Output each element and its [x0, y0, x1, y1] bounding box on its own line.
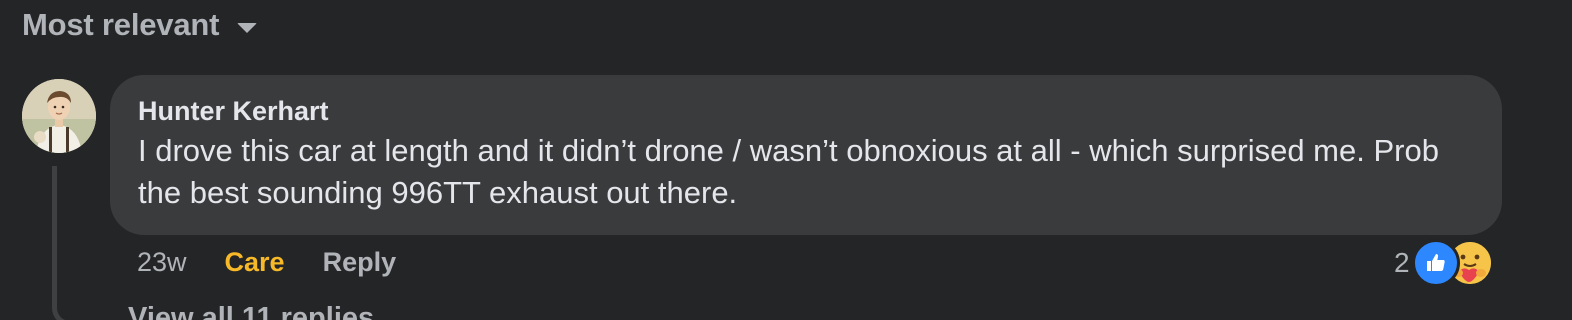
person-avatar-icon — [22, 79, 96, 153]
care-reaction-button[interactable]: Care — [225, 247, 285, 278]
like-icon — [1411, 239, 1460, 287]
view-all-replies-link[interactable]: View all 11 replies — [128, 302, 374, 320]
reaction-count: 2 — [1394, 247, 1410, 278]
thread-connector-line — [52, 166, 112, 320]
comment-actions: 23w Care Reply — [137, 243, 396, 281]
comment-bubble: Hunter Kerhart I drove this car at lengt… — [110, 75, 1502, 235]
comment-text: I drove this car at length and it didn’t… — [138, 133, 1439, 210]
reaction-summary[interactable]: 2 — [1394, 239, 1494, 287]
sort-label: Most relevant — [22, 7, 220, 42]
comment-timestamp[interactable]: 23w — [137, 247, 187, 278]
caret-down-icon — [237, 23, 258, 33]
comment-author[interactable]: Hunter Kerhart — [138, 94, 329, 128]
comments-section: Most relevant Hunter Kerhart I drove thi… — [0, 0, 1572, 320]
avatar[interactable] — [22, 79, 96, 153]
reply-button[interactable]: Reply — [323, 247, 397, 278]
sort-dropdown[interactable]: Most relevant — [22, 4, 258, 46]
